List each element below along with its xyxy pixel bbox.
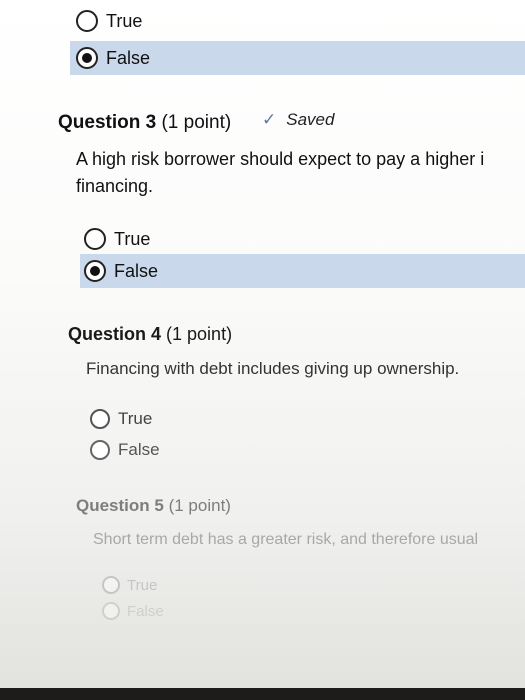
quiz-page: True False Question 3 (1 point) ✓ Saved … <box>0 0 525 688</box>
monitor-bezel <box>0 688 525 700</box>
radio-button-icon[interactable] <box>76 10 98 32</box>
radio-button-icon[interactable] <box>90 440 110 460</box>
radio-button-icon[interactable] <box>102 602 120 620</box>
q5-option-false[interactable]: False <box>102 598 302 624</box>
radio-button-icon[interactable] <box>90 409 110 429</box>
q3-option-false[interactable]: False <box>80 254 525 288</box>
checkmark-icon: ✓ <box>262 110 277 129</box>
q4-option-true-label: True <box>118 409 153 428</box>
radio-button-icon[interactable] <box>102 576 120 594</box>
q3-option-true[interactable]: True <box>80 222 525 256</box>
q3-saved-status: ✓ Saved <box>262 110 334 130</box>
q3-question-text-line2: financing. <box>76 176 154 196</box>
q2-option-false-label: False <box>106 47 151 68</box>
q5-points: (1 point) <box>168 496 231 515</box>
q3-points: (1 point) <box>161 112 232 133</box>
q4-number: Question 4 <box>68 324 162 344</box>
radio-button-icon[interactable] <box>84 228 106 250</box>
q3-number: Question 3 <box>58 112 157 133</box>
q3-option-false-label: False <box>114 260 159 281</box>
radio-selected-icon[interactable] <box>76 47 98 69</box>
q4-points: (1 point) <box>166 324 233 344</box>
q4-title: Question 4 (1 point) <box>68 324 232 345</box>
q5-title: Question 5 (1 point) <box>76 496 231 516</box>
q3-title: Question 3 (1 point) <box>58 112 231 134</box>
q3-saved-label: Saved <box>286 110 335 129</box>
q4-option-false[interactable]: False <box>90 435 390 465</box>
q2-option-true-label: True <box>106 10 143 31</box>
q4-question-text: Financing with debt includes giving up o… <box>86 359 460 378</box>
q5-question-text: Short term debt has a greater risk, and … <box>93 531 479 548</box>
q5-number: Question 5 <box>76 496 164 515</box>
q3-option-true-label: True <box>114 228 151 249</box>
q4-option-false-label: False <box>118 440 160 459</box>
q2-option-false[interactable]: False <box>70 41 525 75</box>
q5-option-true[interactable]: True <box>102 572 302 598</box>
q2-option-true[interactable]: True <box>70 4 525 38</box>
q5-option-false-label: False <box>127 602 164 620</box>
q3-question-text-line1: A high risk borrower should expect to pa… <box>76 149 485 169</box>
q5-option-true-label: True <box>127 576 158 594</box>
q4-option-true[interactable]: True <box>90 404 390 434</box>
radio-selected-icon[interactable] <box>84 260 106 282</box>
